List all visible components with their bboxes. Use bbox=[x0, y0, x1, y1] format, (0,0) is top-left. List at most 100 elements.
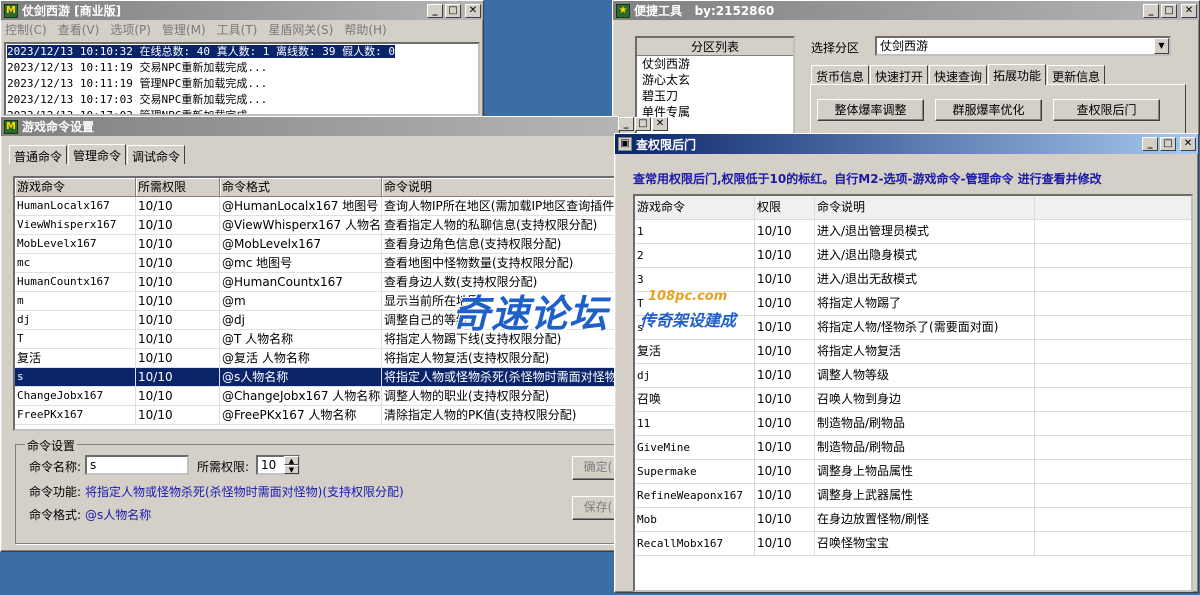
table-row[interactable]: 3 10/10 进入/退出无敌模式 bbox=[635, 268, 1191, 292]
minimize-button[interactable]: _ bbox=[1142, 137, 1158, 151]
tab-updates[interactable]: 更新信息 bbox=[1047, 65, 1106, 84]
table-row[interactable]: Mob 10/10 在身边放置怪物/刷怪 bbox=[635, 508, 1191, 532]
close-button[interactable]: ✕ bbox=[652, 117, 668, 131]
log-box[interactable]: 2023/12/13 10:10:32 在线总数: 40 真人数: 1 离线数:… bbox=[4, 42, 480, 116]
log-line[interactable]: 2023/12/13 10:11:19 交易NPC重新加载完成... bbox=[6, 60, 478, 76]
table-row[interactable]: ChangeJobx16710/10@ChangeJobx167 人物名称 职业… bbox=[15, 387, 617, 406]
group-drop-rate-button[interactable]: 群服爆率优化 bbox=[935, 99, 1042, 121]
table-row[interactable]: 2 10/10 进入/退出隐身模式 bbox=[635, 244, 1191, 268]
table-row[interactable]: HumanCountx167 10/10 @HumanCountx167 查看身边人数… bbox=[15, 273, 617, 292]
table-row[interactable]: T 10/10 将指定人物踢了 bbox=[635, 292, 1191, 316]
table-row[interactable]: RecallMobx167 10/10 召唤怪物宝宝 bbox=[635, 532, 1191, 556]
permission-table[interactable]: 游戏命令 权限 命令说明 1 10/10 进入/退出管理员模式 2 10/10 进入/退… bbox=[633, 194, 1193, 592]
check-backdoor-button[interactable]: 查权限后门 bbox=[1053, 99, 1160, 121]
table-row-selected[interactable]: s 10/10 @s人物名称 将指定人物或怪物杀死(杀怪物时需面对怪物) bbox=[15, 368, 617, 387]
cell-format: @FreePKx167 人物名称 bbox=[220, 406, 382, 424]
cell-permission: 10/10 bbox=[136, 311, 220, 329]
partition-select[interactable]: 仗剑西游 ▼ bbox=[875, 36, 1171, 56]
tools-title-bar[interactable]: ★ 便捷工具 by:2152860 _ □ ✕ bbox=[613, 1, 1199, 20]
menu-gateway[interactable]: 星盾网关(S) bbox=[268, 21, 333, 38]
table-row[interactable]: 复活 10/10 @复活 人物名称 将指定人物复活(支持权限分配) bbox=[15, 349, 617, 368]
log-line[interactable]: 2023/12/13 10:11:19 管理NPC重新加载完成... bbox=[6, 76, 478, 92]
chevron-down-icon[interactable]: ▼ bbox=[1154, 38, 1169, 54]
save-button[interactable]: 保存( bbox=[572, 496, 619, 520]
menu-view[interactable]: 查看(V) bbox=[58, 21, 100, 38]
minimize-button[interactable]: _ bbox=[427, 3, 443, 18]
table-row[interactable]: 1 10/10 进入/退出管理员模式 bbox=[635, 220, 1191, 244]
maximize-button[interactable]: □ bbox=[445, 3, 461, 18]
tools-window-title: 便捷工具 bbox=[634, 4, 683, 18]
cell-permission: 10/10 bbox=[755, 436, 815, 459]
cell-permission: 10/10 bbox=[136, 330, 220, 348]
main-title-bar[interactable]: M 仗剑西游 [商业版] _ □ ✕ bbox=[1, 1, 483, 20]
table-row[interactable]: dj 10/10 @dj 调整自己的等级 bbox=[15, 311, 617, 330]
table-row[interactable]: 复活 10/10 将指定人物复活 bbox=[635, 340, 1191, 364]
column-header[interactable]: 游戏命令 bbox=[15, 178, 136, 196]
tab-normal-commands[interactable]: 普通命令 bbox=[9, 145, 68, 164]
tab-admin-commands[interactable]: 管理命令 bbox=[68, 144, 127, 165]
log-line[interactable]: 2023/12/13 10:10:32 在线总数: 40 真人数: 1 离线数:… bbox=[6, 44, 478, 60]
table-row[interactable]: GiveMine 10/10 制造物品/刷物品 bbox=[635, 436, 1191, 460]
table-row[interactable]: 11 10/10 制造物品/刷物品 bbox=[635, 412, 1191, 436]
cell-description: 查看地图中怪物数量(支持权限分配) bbox=[382, 254, 617, 272]
partition-select-value: 仗剑西游 bbox=[880, 39, 929, 53]
command-table[interactable]: 游戏命令 所需权限 命令格式 命令说明 HumanLocalx167 10/10 @… bbox=[13, 176, 619, 431]
tab-extensions[interactable]: 拓展功能 bbox=[988, 64, 1047, 85]
close-button[interactable]: ✕ bbox=[1181, 3, 1197, 18]
table-row[interactable]: MobLevelx167 10/10 @MobLevelx167 查看身边角色信息(支… bbox=[15, 235, 617, 254]
partition-item[interactable]: 碧玉刀 bbox=[637, 88, 793, 104]
column-header[interactable]: 命令说明 bbox=[815, 196, 1035, 219]
spin-up-icon[interactable]: ▲ bbox=[284, 456, 299, 465]
tab-currency[interactable]: 货币信息 bbox=[811, 65, 870, 84]
partition-item[interactable]: 仗剑西游 bbox=[637, 56, 793, 72]
minimize-button[interactable]: _ bbox=[618, 117, 634, 131]
maximize-button[interactable]: □ bbox=[1161, 3, 1177, 18]
cell-permission: 10/10 bbox=[136, 235, 220, 253]
cell-permission: 10/10 bbox=[755, 460, 815, 483]
table-row[interactable]: T 10/10 @T 人物名称 将指定人物踢下线(支持权限分配) bbox=[15, 330, 617, 349]
minimize-button[interactable]: _ bbox=[1143, 3, 1159, 18]
table-row[interactable]: RefineWeaponx167 10/10 调整身上武器属性 bbox=[635, 484, 1191, 508]
menu-manage[interactable]: 管理(M) bbox=[162, 21, 206, 38]
table-row[interactable]: Supermake 10/10 调整身上物品属性 bbox=[635, 460, 1191, 484]
maximize-button[interactable]: □ bbox=[1160, 137, 1176, 151]
cell-permission: 10/10 bbox=[136, 292, 220, 310]
close-button[interactable]: ✕ bbox=[1180, 137, 1196, 151]
partition-item[interactable]: 游心太玄 bbox=[637, 72, 793, 88]
cell-description: 将指定人物复活 bbox=[815, 340, 1035, 363]
menu-help[interactable]: 帮助(H) bbox=[344, 21, 386, 38]
menu-control[interactable]: 控制(C) bbox=[5, 21, 47, 38]
table-row[interactable]: dj 10/10 调整人物等级 bbox=[635, 364, 1191, 388]
menu-tools[interactable]: 工具(T) bbox=[217, 21, 258, 38]
spin-down-icon[interactable]: ▼ bbox=[284, 465, 299, 474]
close-button[interactable]: ✕ bbox=[465, 3, 481, 18]
overall-drop-rate-button[interactable]: 整体爆率调整 bbox=[817, 99, 924, 121]
log-line[interactable]: 2023/12/13 10:17:03 管理NPC重新加载完成... bbox=[6, 108, 478, 114]
column-header[interactable]: 权限 bbox=[755, 196, 815, 219]
column-header[interactable]: 命令格式 bbox=[220, 178, 382, 196]
table-row[interactable]: ViewWhisperx167 10/10 @ViewWhisperx167 人物名… bbox=[15, 216, 617, 235]
tab-debug-commands[interactable]: 调试命令 bbox=[127, 145, 186, 164]
table-row[interactable]: s 10/10 将指定人物/怪物杀了(需要面对面) bbox=[635, 316, 1191, 340]
table-row[interactable]: HumanLocalx167 10/10 @HumanLocalx167 地图号 查询… bbox=[15, 197, 617, 216]
column-header[interactable]: 命令说明 bbox=[382, 178, 617, 196]
menu-options[interactable]: 选项(P) bbox=[110, 21, 151, 38]
column-header[interactable]: 游戏命令 bbox=[635, 196, 755, 219]
command-name-input[interactable]: s bbox=[85, 455, 189, 475]
table-row[interactable]: mc 10/10 @mc 地图号 查看地图中怪物数量(支持权限分配) bbox=[15, 254, 617, 273]
cell-description: 将指定人物或怪物杀死(杀怪物时需面对怪物) bbox=[382, 368, 617, 386]
cell-description: 将指定人物踢了 bbox=[815, 292, 1035, 315]
command-app-icon: M bbox=[4, 119, 18, 134]
column-header[interactable]: 所需权限 bbox=[136, 178, 220, 196]
tab-quick-open[interactable]: 快速打开 bbox=[870, 65, 929, 84]
cell-command: mc bbox=[15, 254, 136, 272]
table-row[interactable]: m 10/10 @m 显示当前所在地图 bbox=[15, 292, 617, 311]
command-title-bar[interactable]: M 游戏命令设置 bbox=[1, 117, 619, 136]
ok-button[interactable]: 确定( bbox=[572, 456, 619, 480]
maximize-button[interactable]: □ bbox=[635, 117, 651, 131]
permission-title-bar[interactable]: ▣ 查权限后门 _ □ ✕ bbox=[615, 134, 1198, 154]
tab-quick-query[interactable]: 快速查询 bbox=[929, 65, 988, 84]
log-line[interactable]: 2023/12/13 10:17:03 交易NPC重新加载完成... bbox=[6, 92, 478, 108]
table-row[interactable]: 召唤 10/10 召唤人物到身边 bbox=[635, 388, 1191, 412]
table-row[interactable]: FreePKx167 10/10 @FreePKx167 人物名称 清除指定人物的PK… bbox=[15, 406, 617, 425]
